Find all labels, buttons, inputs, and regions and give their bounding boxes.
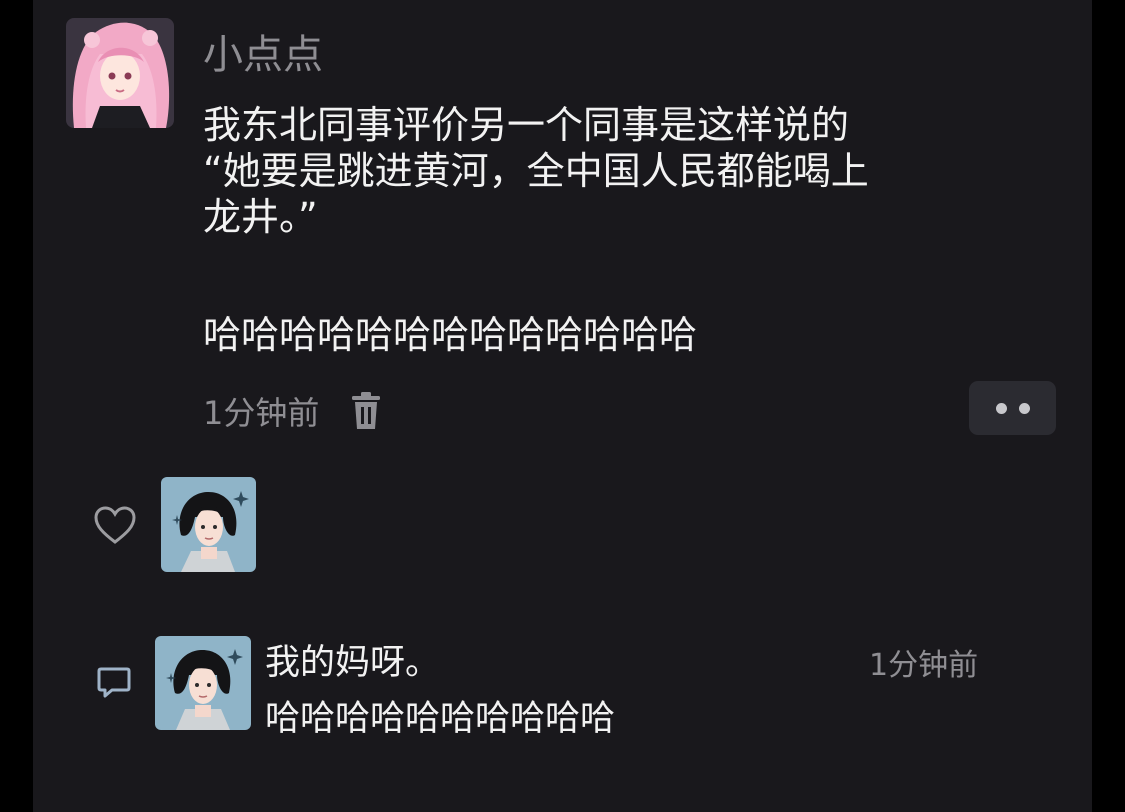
post-line: 龙井。” xyxy=(203,195,318,239)
reply-avatar[interactable] xyxy=(155,636,251,730)
author-name[interactable]: 小点点 xyxy=(203,22,323,80)
comment-screen: 小点点 我东北同事评价另一个同事是这样说的 “她要是跳进黄河，全中国人民都能喝上… xyxy=(33,0,1092,812)
post-content: 我东北同事评价另一个同事是这样说的 “她要是跳进黄河，全中国人民都能喝上 龙井。… xyxy=(203,102,1063,358)
reply-text: 我的妈呀。 xyxy=(265,643,441,683)
trash-icon[interactable] xyxy=(349,391,383,431)
reply-timestamp: 1分钟前 xyxy=(869,648,979,683)
more-dots-icon xyxy=(995,402,1007,414)
post-timestamp: 1分钟前 xyxy=(203,394,320,432)
more-options-button[interactable] xyxy=(969,381,1056,435)
post-line: 我东北同事评价另一个同事是这样说的 xyxy=(203,103,850,147)
post-meta: 1分钟前 xyxy=(203,388,383,434)
comment-icon[interactable] xyxy=(96,664,132,700)
post-laugh-line: 哈哈哈哈哈哈哈哈哈哈哈哈哈 xyxy=(203,313,698,357)
reply-text-continued: 哈哈哈哈哈哈哈哈哈哈 xyxy=(265,699,616,739)
liker-avatar[interactable] xyxy=(161,477,256,572)
post-line: “她要是跳进黄河，全中国人民都能喝上 xyxy=(203,149,869,193)
heart-icon[interactable] xyxy=(93,505,137,545)
author-avatar[interactable] xyxy=(66,18,174,128)
